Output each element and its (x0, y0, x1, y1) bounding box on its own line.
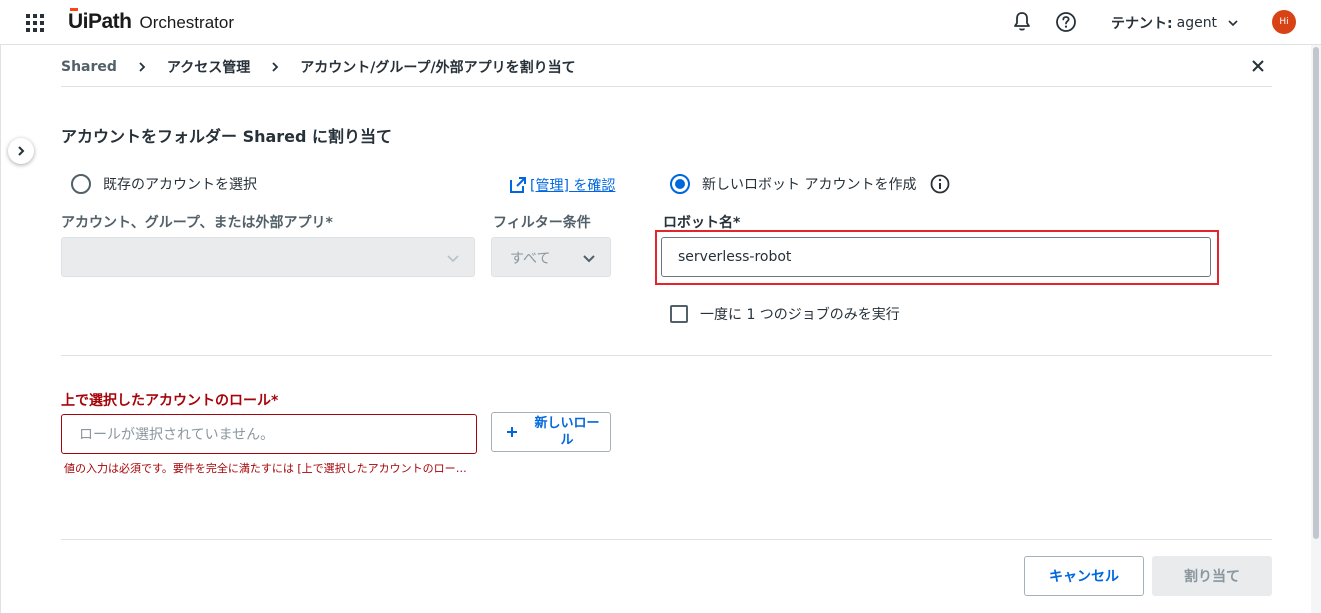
breadcrumb-item-shared[interactable]: Shared (61, 59, 117, 75)
radio-existing-label: 既存のアカウントを選択 (103, 177, 257, 193)
section-divider (61, 355, 1272, 356)
radio-new-label: 新しいロボット アカウントを作成 (702, 177, 917, 193)
header-divider (61, 86, 1272, 87)
chevron-down-icon (447, 255, 459, 263)
account-select (61, 237, 475, 277)
highlight-box (655, 230, 1219, 285)
breadcrumb-item-access[interactable]: アクセス管理 (167, 57, 250, 77)
radio-existing-account[interactable]: 既存のアカウントを選択 (71, 174, 257, 194)
tenant-value: agent (1176, 15, 1218, 31)
logo[interactable]: UiPath Orchestrator (68, 8, 234, 34)
roles-field-label: 上で選択したアカウントのロール* (61, 393, 279, 409)
app-launcher-icon[interactable] (26, 14, 44, 32)
page-title: アカウントをフォルダー Shared に割り当て (61, 127, 393, 146)
close-icon[interactable] (1250, 58, 1266, 74)
tenant-selector[interactable]: テナント: agent (1111, 13, 1239, 33)
breadcrumb-item-current: アカウント/グループ/外部アプリを割り当て (300, 60, 576, 76)
manage-link-text: [管理] を確認 (530, 178, 616, 194)
left-panel-edge (0, 45, 1, 613)
assign-button[interactable]: 割り当て (1152, 556, 1272, 596)
brand-name: UiPath (68, 8, 132, 34)
notifications-bell-icon[interactable] (1012, 11, 1032, 33)
manage-link[interactable]: [管理] を確認 (508, 175, 615, 195)
brand-text: UiPath (68, 10, 132, 33)
single-job-checkbox[interactable] (670, 305, 688, 323)
filter-select: すべて (491, 237, 611, 277)
account-field-label: アカウント、グループ、または外部アプリ* (61, 215, 333, 231)
chevron-right-icon (139, 62, 146, 72)
scrollbar-thumb[interactable] (1313, 47, 1319, 539)
info-icon[interactable] (930, 174, 950, 194)
filter-field-label: フィルター条件 (493, 215, 591, 231)
scrollbar[interactable] (1311, 45, 1321, 613)
new-role-label: 新しいロール (534, 416, 600, 448)
external-link-icon (510, 177, 526, 193)
robot-name-label: ロボット名* (663, 215, 741, 231)
top-bar: UiPath Orchestrator テナント: agent Hi (0, 0, 1321, 45)
single-job-checkbox-row[interactable]: 一度に 1 つのジョブのみを実行 (670, 304, 900, 324)
radio-button[interactable] (71, 174, 91, 194)
chevron-down-icon (583, 255, 595, 263)
user-avatar[interactable]: Hi (1272, 10, 1296, 34)
footer-divider (61, 539, 1272, 540)
roles-error-message: 値の入力は必須です。要件を完全に満たすには [上で選択したアカウントのロール] … (64, 462, 477, 475)
breadcrumb: Shared アクセス管理 アカウント/グループ/外部アプリを割り当て (61, 57, 576, 77)
tenant-label: テナント: (1111, 16, 1173, 32)
cancel-button[interactable]: キャンセル (1024, 556, 1144, 596)
filter-value: すべて (510, 251, 551, 267)
radio-new-robot-account[interactable]: 新しいロボット アカウントを作成 (670, 174, 950, 194)
plus-icon (507, 427, 517, 437)
chevron-down-icon (1228, 20, 1238, 27)
chevron-right-icon (272, 62, 279, 72)
sidebar-expand-button[interactable] (8, 138, 34, 164)
single-job-label: 一度に 1 つのジョブのみを実行 (700, 307, 900, 323)
roles-input[interactable]: ロールが選択されていません。 (61, 414, 477, 454)
chevron-right-icon (18, 146, 25, 156)
new-role-button[interactable]: 新しいロール (491, 412, 611, 452)
radio-button-checked[interactable] (670, 174, 690, 194)
product-name: Orchestrator (139, 13, 234, 32)
help-icon[interactable] (1055, 11, 1077, 33)
